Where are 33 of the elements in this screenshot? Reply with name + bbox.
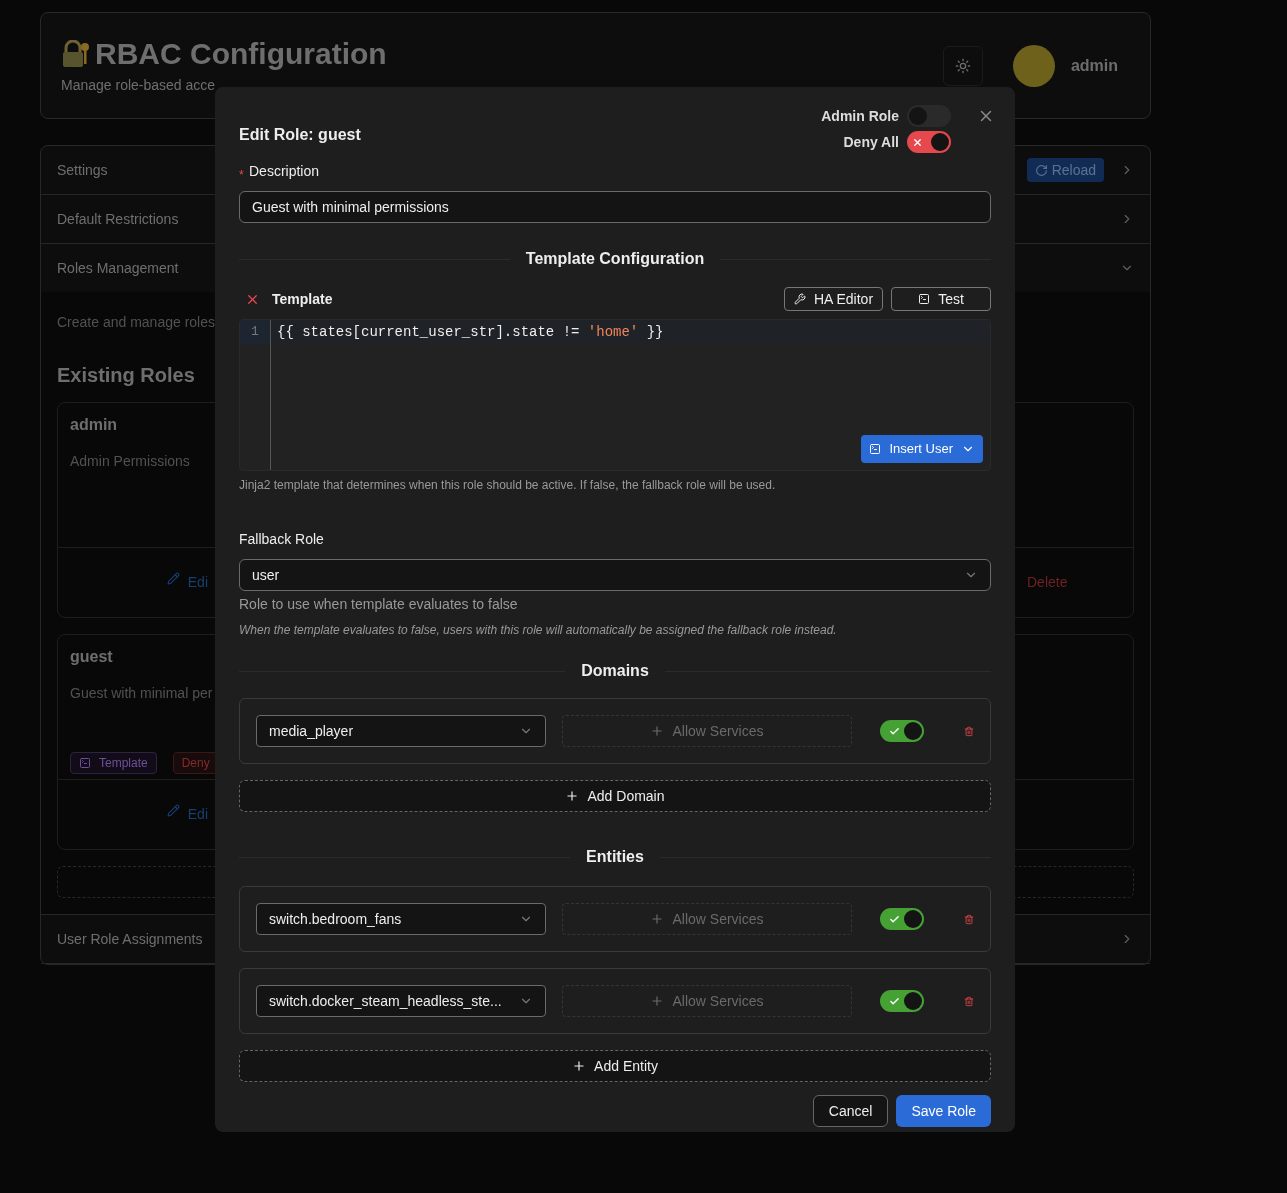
toggle-label: Admin Role [821,106,899,126]
line-number: 1 [251,323,259,342]
select-value: media_player [269,721,354,741]
note-text: When the template evaluates to false, users with this role will automatically be assigned the fallback role instead. [239,622,838,639]
select-value: switch.docker_steam_headless_ste... [269,991,502,1011]
toggle-label: Deny All [843,132,899,152]
section-heading: Domains [581,661,649,681]
section-title: Settings [57,160,108,180]
help-text: Jinja2 template that determines when this role should be active. If false, the fallback role will be used. [239,477,777,494]
role-description: Admin Permissions [70,452,191,471]
section-title: Default Restrictions [57,209,179,229]
section-heading: Template Configuration [525,249,705,269]
template-label: Template [272,289,333,309]
roles-heading: Existing Roles [57,363,196,388]
section-heading: Entities [586,847,644,867]
role-name: admin [70,415,119,435]
template-badge: Template [70,752,157,774]
dialog-title: Edit Role: guest [239,125,361,145]
field-label: Description [249,162,320,181]
user-name: admin [1070,55,1118,76]
section-title: User Role Assignments [57,929,203,949]
page-title: RBAC Configuration [95,39,387,69]
select-value: switch.bedroom_fans [269,909,402,929]
page-subtitle: Manage role-based acce [61,76,217,95]
section-title: Roles Management [57,258,179,278]
field-label: Fallback Role [239,530,325,549]
intro-text: Create and manage roles [57,314,215,330]
role-name: guest [70,647,114,667]
code-line: {{ states[current_user_str].state != 'home' }} [277,322,664,342]
hint-text: Role to use when template evaluates to false [239,595,519,614]
required-mark: * [239,166,245,178]
select-value: user [252,565,280,585]
role-description: Guest with minimal per [70,684,214,703]
